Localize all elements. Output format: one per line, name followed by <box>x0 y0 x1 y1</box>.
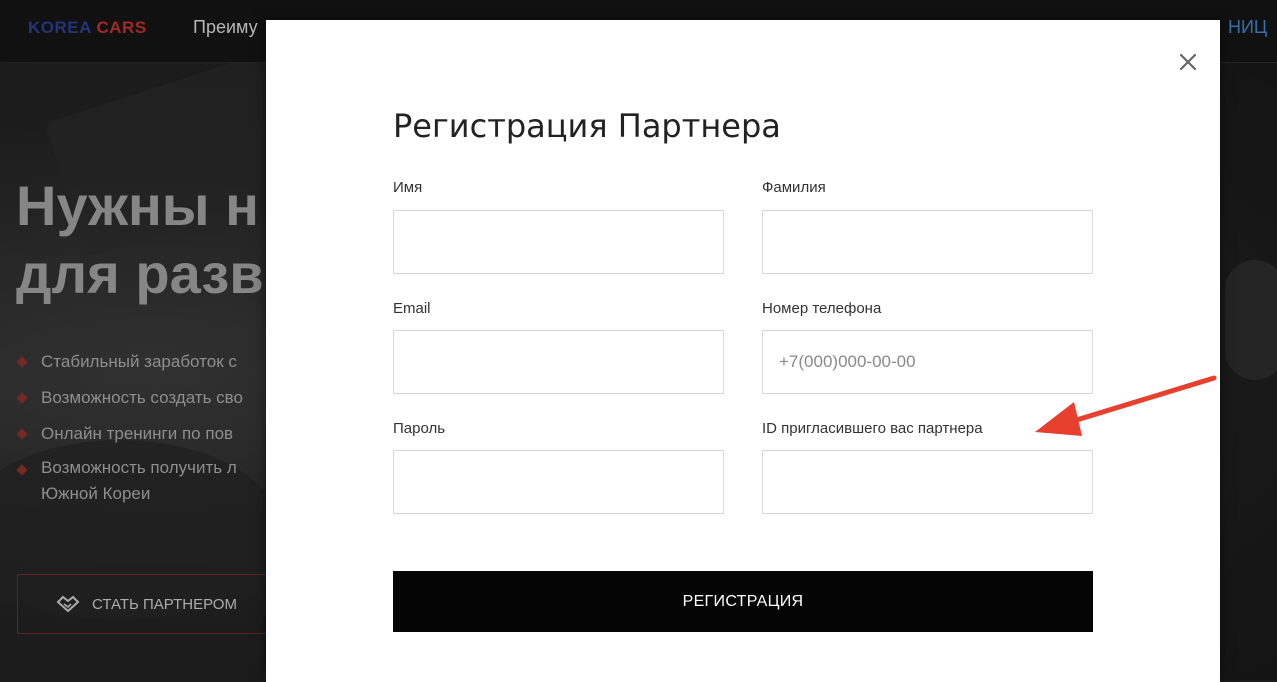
last-name-field[interactable] <box>762 210 1093 274</box>
phone-label: Номер телефона <box>762 300 882 317</box>
modal-title: Регистрация Партнера <box>393 107 781 145</box>
first-name-field[interactable] <box>393 210 724 274</box>
registration-modal: Регистрация Партнера Имя Фамилия Email Н… <box>266 20 1220 682</box>
last-name-label: Фамилия <box>762 179 826 196</box>
password-label: Пароль <box>393 420 446 437</box>
email-label: Email <box>393 300 431 317</box>
red-arrow-icon <box>1035 375 1217 436</box>
password-field[interactable] <box>393 450 724 514</box>
register-button[interactable]: РЕГИСТРАЦИЯ <box>393 571 1093 632</box>
email-field[interactable] <box>393 330 724 394</box>
referrer-id-field[interactable] <box>762 450 1093 514</box>
first-name-label: Имя <box>393 179 423 196</box>
referrer-id-label: ID пригласившего вас партнера <box>762 420 983 437</box>
close-icon[interactable] <box>1176 50 1200 74</box>
